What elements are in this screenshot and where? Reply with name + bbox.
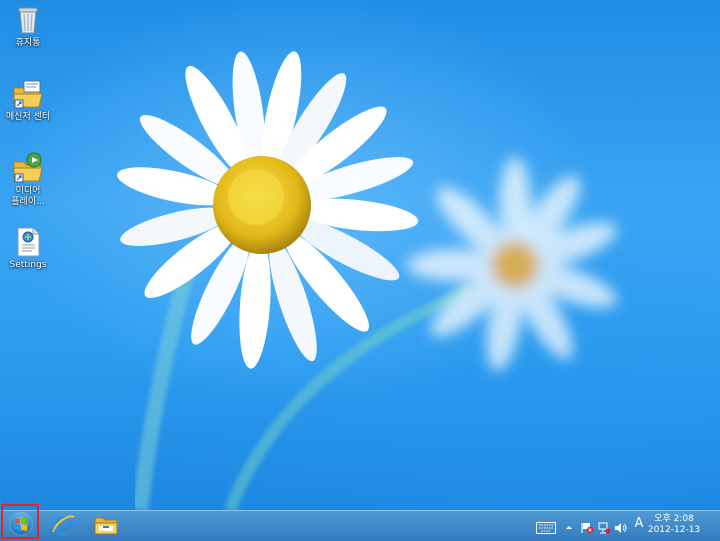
windows-start-orb-icon [9, 512, 33, 536]
network-icon[interactable] [597, 519, 611, 534]
desktop-icon-messenger-center[interactable]: 메신저 센터 [0, 78, 56, 123]
clock[interactable]: 오후 2:08 2012-12-13 [644, 514, 704, 536]
settings-document-icon [12, 226, 44, 258]
taskbar-internet-explorer[interactable] [46, 512, 80, 538]
recycle-bin-icon [12, 4, 44, 36]
desktop-icon-label: Settings [9, 260, 47, 270]
desktop-icon-label: 메신저 센터 [5, 112, 51, 122]
internet-explorer-icon [51, 513, 75, 537]
file-explorer-icon [94, 514, 118, 536]
speaker-icon[interactable] [614, 519, 628, 533]
desktop-icon-recycle-bin[interactable]: 휴지통 [0, 4, 56, 49]
desktop-icon-settings[interactable]: Settings [0, 226, 56, 271]
desktop-icon-label: 휴지통 [15, 38, 41, 48]
clock-date: 2012-12-13 [647, 525, 701, 535]
start-button[interactable] [1, 504, 39, 539]
daisy-wallpaper-art [117, 51, 617, 510]
touch-keyboard-icon[interactable] [536, 519, 556, 534]
media-player-folder-icon [12, 152, 44, 184]
clock-time: 오후 2:08 [654, 514, 694, 524]
chevron-up-icon[interactable] [564, 519, 574, 531]
desktop-icon-label: 미디어 플레이... [11, 186, 45, 207]
action-center-flag-icon[interactable] [580, 519, 594, 534]
messenger-folder-icon [12, 78, 44, 110]
desktop-icon-media-player[interactable]: 미디어 플레이... [0, 152, 56, 208]
taskbar-file-explorer[interactable] [88, 512, 122, 538]
